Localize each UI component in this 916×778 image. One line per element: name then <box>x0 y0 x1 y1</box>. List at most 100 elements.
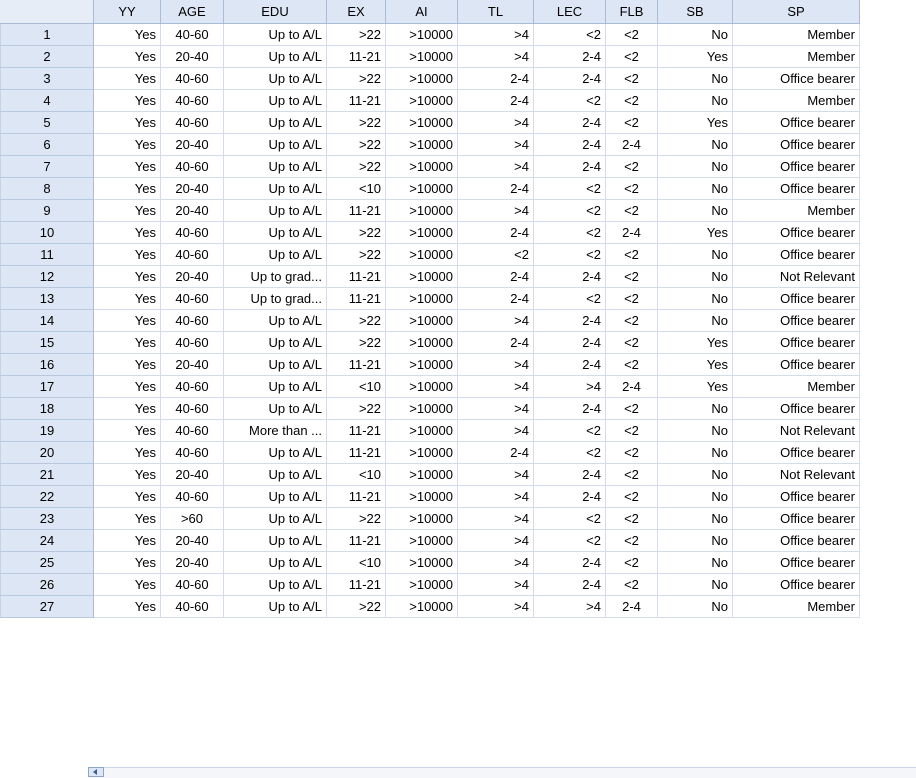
cell-age[interactable]: 20-40 <box>161 530 224 552</box>
cell-edu[interactable]: Up to A/L <box>224 552 327 574</box>
cell-lec[interactable]: <2 <box>534 244 606 266</box>
cell-lec[interactable]: <2 <box>534 530 606 552</box>
table-row[interactable]: 14 Yes 40-60 Up to A/L >22 >10000 >4 2-4 <2 No Off… <box>0 310 860 332</box>
cell-tl[interactable]: <2 <box>458 244 534 266</box>
cell-sp[interactable]: Not Relevant <box>733 420 860 442</box>
column-header-sp[interactable]: SP <box>733 0 860 24</box>
cell-yy[interactable]: Yes <box>94 200 161 222</box>
row-number[interactable]: 7 <box>0 156 94 178</box>
cell-edu[interactable]: Up to A/L <box>224 376 327 398</box>
cell-age[interactable]: 20-40 <box>161 178 224 200</box>
cell-age[interactable]: 40-60 <box>161 90 224 112</box>
cell-edu[interactable]: Up to A/L <box>224 222 327 244</box>
cell-sp[interactable]: Office bearer <box>733 530 860 552</box>
cell-tl[interactable]: >4 <box>458 574 534 596</box>
cell-lec[interactable]: 2-4 <box>534 266 606 288</box>
cell-tl[interactable]: >4 <box>458 46 534 68</box>
cell-yy[interactable]: Yes <box>94 178 161 200</box>
row-number[interactable]: 21 <box>0 464 94 486</box>
cell-ex[interactable]: 11-21 <box>327 574 386 596</box>
cell-yy[interactable]: Yes <box>94 156 161 178</box>
cell-tl[interactable]: 2-4 <box>458 178 534 200</box>
cell-tl[interactable]: 2-4 <box>458 222 534 244</box>
cell-lec[interactable]: <2 <box>534 222 606 244</box>
cell-yy[interactable]: Yes <box>94 398 161 420</box>
cell-ex[interactable]: <10 <box>327 552 386 574</box>
column-header-ex[interactable]: EX <box>327 0 386 24</box>
cell-tl[interactable]: >4 <box>458 508 534 530</box>
cell-sb[interactable]: No <box>658 200 733 222</box>
cell-ex[interactable]: 11-21 <box>327 354 386 376</box>
cell-edu[interactable]: Up to A/L <box>224 398 327 420</box>
cell-sp[interactable]: Member <box>733 46 860 68</box>
cell-tl[interactable]: >4 <box>458 552 534 574</box>
cell-ai[interactable]: >10000 <box>386 398 458 420</box>
corner-cell[interactable] <box>0 0 94 24</box>
cell-sp[interactable]: Office bearer <box>733 552 860 574</box>
row-number[interactable]: 9 <box>0 200 94 222</box>
cell-edu[interactable]: Up to A/L <box>224 156 327 178</box>
cell-age[interactable]: 20-40 <box>161 552 224 574</box>
cell-flb[interactable]: <2 <box>606 332 658 354</box>
cell-lec[interactable]: <2 <box>534 508 606 530</box>
cell-ai[interactable]: >10000 <box>386 46 458 68</box>
cell-ai[interactable]: >10000 <box>386 376 458 398</box>
column-header-edu[interactable]: EDU <box>224 0 327 24</box>
column-header-lec[interactable]: LEC <box>534 0 606 24</box>
table-row[interactable]: 18 Yes 40-60 Up to A/L >22 >10000 >4 2-4 <2 No Off… <box>0 398 860 420</box>
cell-tl[interactable]: >4 <box>458 464 534 486</box>
cell-tl[interactable]: >4 <box>458 596 534 618</box>
cell-edu[interactable]: Up to A/L <box>224 134 327 156</box>
column-header-ai[interactable]: AI <box>386 0 458 24</box>
cell-ex[interactable]: >22 <box>327 24 386 46</box>
cell-flb[interactable]: <2 <box>606 552 658 574</box>
cell-flb[interactable]: <2 <box>606 420 658 442</box>
cell-edu[interactable]: Up to A/L <box>224 310 327 332</box>
table-row[interactable]: 3 Yes 40-60 Up to A/L >22 >10000 2-4 2-4 <2 No Off… <box>0 68 860 90</box>
cell-flb[interactable]: <2 <box>606 90 658 112</box>
cell-yy[interactable]: Yes <box>94 486 161 508</box>
cell-edu[interactable]: Up to A/L <box>224 200 327 222</box>
cell-lec[interactable]: 2-4 <box>534 354 606 376</box>
cell-lec[interactable]: 2-4 <box>534 574 606 596</box>
cell-sb[interactable]: No <box>658 24 733 46</box>
cell-yy[interactable]: Yes <box>94 134 161 156</box>
cell-sp[interactable]: Office bearer <box>733 244 860 266</box>
row-number[interactable]: 4 <box>0 90 94 112</box>
cell-ai[interactable]: >10000 <box>386 90 458 112</box>
row-number[interactable]: 22 <box>0 486 94 508</box>
cell-ex[interactable]: >22 <box>327 156 386 178</box>
cell-age[interactable]: 40-60 <box>161 596 224 618</box>
cell-ex[interactable]: 11-21 <box>327 46 386 68</box>
cell-flb[interactable]: <2 <box>606 354 658 376</box>
cell-ex[interactable]: <10 <box>327 376 386 398</box>
cell-flb[interactable]: <2 <box>606 244 658 266</box>
cell-ai[interactable]: >10000 <box>386 442 458 464</box>
table-row[interactable]: 5 Yes 40-60 Up to A/L >22 >10000 >4 2-4 <2 Yes Off… <box>0 112 860 134</box>
cell-sb[interactable]: No <box>658 90 733 112</box>
scrollbar-track[interactable] <box>88 767 916 778</box>
cell-sb[interactable]: No <box>658 156 733 178</box>
cell-ai[interactable]: >10000 <box>386 420 458 442</box>
cell-ai[interactable]: >10000 <box>386 134 458 156</box>
horizontal-scrollbar[interactable] <box>0 767 916 778</box>
cell-sb[interactable]: Yes <box>658 222 733 244</box>
cell-sp[interactable]: Office bearer <box>733 486 860 508</box>
cell-sb[interactable]: No <box>658 398 733 420</box>
cell-edu[interactable]: Up to A/L <box>224 24 327 46</box>
cell-tl[interactable]: 2-4 <box>458 442 534 464</box>
cell-yy[interactable]: Yes <box>94 596 161 618</box>
cell-ai[interactable]: >10000 <box>386 68 458 90</box>
cell-flb[interactable]: <2 <box>606 68 658 90</box>
cell-yy[interactable]: Yes <box>94 244 161 266</box>
cell-yy[interactable]: Yes <box>94 266 161 288</box>
cell-sp[interactable]: Member <box>733 200 860 222</box>
cell-sb[interactable]: Yes <box>658 354 733 376</box>
cell-ai[interactable]: >10000 <box>386 310 458 332</box>
cell-age[interactable]: 40-60 <box>161 24 224 46</box>
cell-ai[interactable]: >10000 <box>386 200 458 222</box>
cell-age[interactable]: 20-40 <box>161 354 224 376</box>
cell-ex[interactable]: 11-21 <box>327 90 386 112</box>
table-row[interactable]: 22 Yes 40-60 Up to A/L 11-21 >10000 >4 2-4 <2 No O… <box>0 486 860 508</box>
cell-ex[interactable]: 11-21 <box>327 420 386 442</box>
